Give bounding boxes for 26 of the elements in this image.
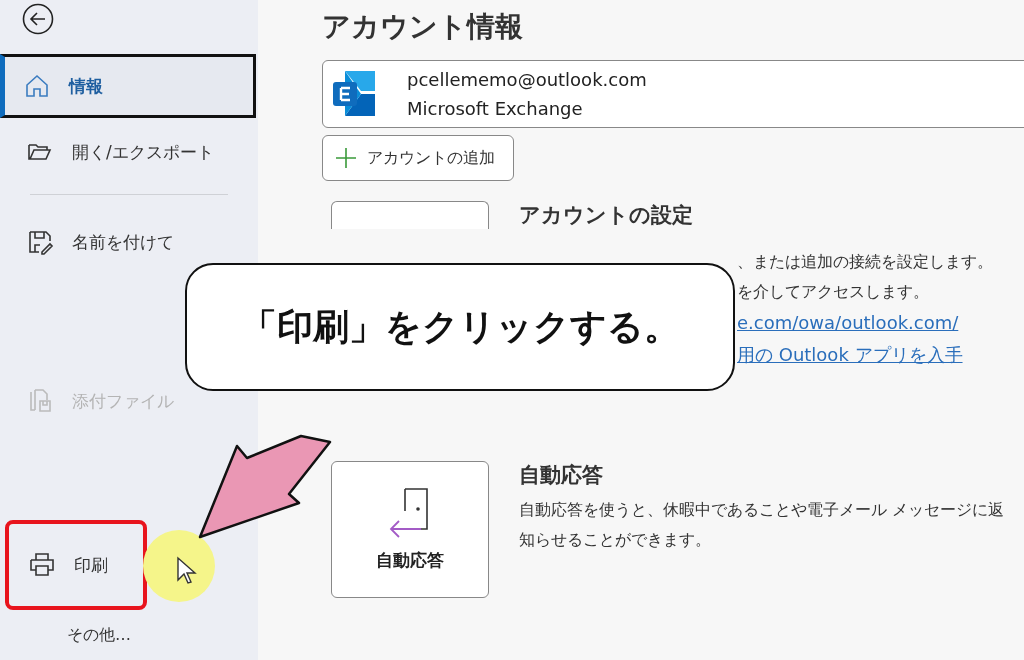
section-description: を介してアクセスします。 [737, 281, 929, 303]
account-card[interactable]: pcellememo@outlook.com Microsoft Exchange [322, 60, 1024, 128]
account-type: Microsoft Exchange [407, 98, 584, 119]
sidebar-item[interactable]: 名前を付けて [0, 220, 180, 264]
callout-text: 「印刷」をクリックする。 [240, 304, 680, 349]
section-description: 自動応答を使うと、休暇中であることや電子メール メッセージに返 [519, 499, 1005, 521]
plus-icon [335, 147, 357, 169]
section-title: アカウントの設定 [519, 202, 693, 229]
section-description: 、または追加の接続を設定します。 [737, 251, 993, 273]
sidebar-item[interactable]: 開く/エクスポート [0, 130, 220, 174]
link[interactable]: e.com/owa/outlook.com/ [737, 307, 959, 339]
sidebar-item[interactable]: 情報 [0, 54, 256, 118]
back-icon [22, 2, 54, 35]
section-tile[interactable]: 自動応答 [331, 461, 489, 598]
section-tile[interactable] [331, 201, 489, 229]
save-icon [26, 228, 54, 256]
link[interactable]: 用の Outlook アプリを入手 [737, 339, 963, 371]
mouse-cursor-icon [176, 556, 198, 586]
section-description: 知らせることができます。 [519, 529, 711, 551]
account-email: pcellememo@outlook.com [407, 69, 647, 90]
section-title: 自動応答 [519, 462, 603, 489]
more-link[interactable]: その他… [67, 625, 131, 646]
printer-icon [28, 551, 56, 579]
home-icon [23, 72, 51, 100]
page-title: アカウント情報 [322, 9, 524, 45]
add-account-button[interactable]: アカウントの追加 [322, 135, 514, 181]
